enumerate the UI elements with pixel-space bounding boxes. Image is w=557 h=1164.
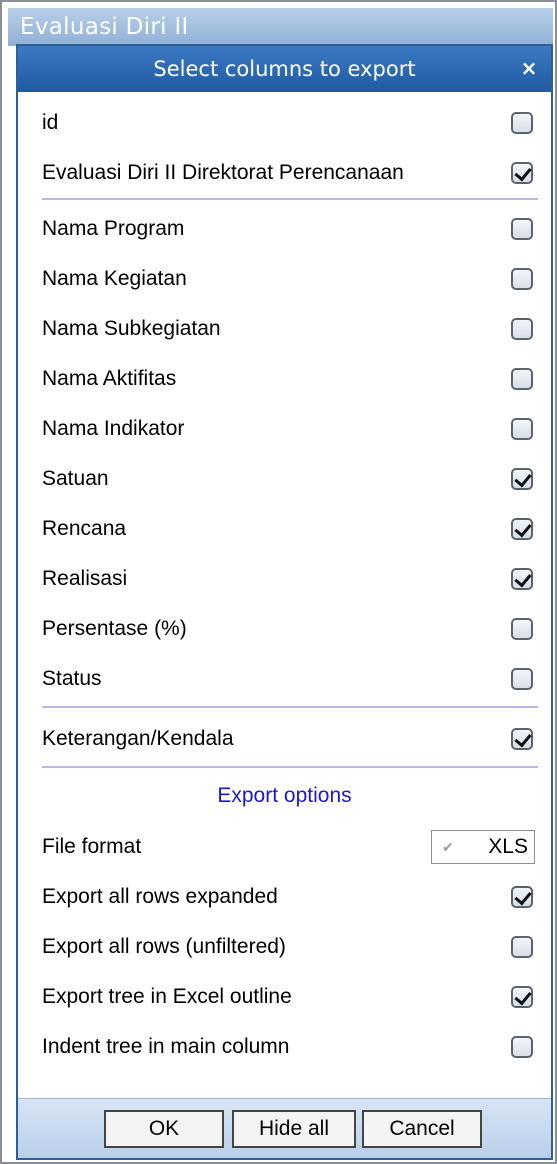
column-checkbox-persentase[interactable] <box>511 618 533 640</box>
column-row-keterangan[interactable]: Keterangan/Kendala <box>18 714 551 764</box>
column-row-realisasi[interactable]: Realisasi <box>18 554 551 604</box>
option-row-indent-tree[interactable]: Indent tree in main column <box>18 1022 551 1072</box>
column-label: Realisasi <box>42 567 128 590</box>
option-row-excel-outline[interactable]: Export tree in Excel outline <box>18 972 551 1022</box>
column-row-persentase[interactable]: Persentase (%) <box>18 604 551 654</box>
column-row-nama-aktifitas[interactable]: Nama Aktifitas <box>18 354 551 404</box>
column-row-satuan[interactable]: Satuan <box>18 454 551 504</box>
column-label: Keterangan/Kendala <box>42 727 234 750</box>
column-row-evaluasi[interactable]: Evaluasi Diri II Direktorat Perencanaan <box>18 148 551 198</box>
column-checkbox-satuan[interactable] <box>511 468 533 490</box>
file-format-select[interactable]: ✔ XLS <box>431 830 535 864</box>
file-format-row: File format ✔ XLS <box>18 822 551 872</box>
close-icon[interactable]: × <box>515 46 543 92</box>
column-row-nama-program[interactable]: Nama Program <box>18 204 551 254</box>
file-format-value: XLS <box>488 835 528 858</box>
dialog-footer: OK Hide all Cancel <box>18 1098 551 1158</box>
column-checkbox-nama-program[interactable] <box>511 218 533 240</box>
column-label: Rencana <box>42 517 127 540</box>
option-checkbox-indent-tree[interactable] <box>511 1036 533 1058</box>
option-label: Indent tree in main column <box>42 1035 290 1058</box>
column-label: Status <box>42 667 102 690</box>
column-checkbox-nama-indikator[interactable] <box>511 418 533 440</box>
column-checkbox-status[interactable] <box>511 668 533 690</box>
column-label: Evaluasi Diri II Direktorat Perencanaan <box>42 161 404 184</box>
column-checkbox-realisasi[interactable] <box>511 568 533 590</box>
column-row-nama-kegiatan[interactable]: Nama Kegiatan <box>18 254 551 304</box>
column-checkbox-keterangan[interactable] <box>511 728 533 750</box>
column-label: Satuan <box>42 467 109 490</box>
column-row-id[interactable]: id <box>18 98 551 148</box>
chevron-down-icon: ✔ <box>442 839 454 855</box>
cancel-button[interactable]: Cancel <box>362 1110 482 1148</box>
export-options-title: Export options <box>217 784 352 807</box>
ok-button[interactable]: OK <box>104 1110 224 1148</box>
dialog-header: Select columns to export × <box>18 46 551 92</box>
divider <box>42 706 538 708</box>
column-label: Nama Subkegiatan <box>42 317 221 340</box>
column-label: Nama Program <box>42 217 185 240</box>
column-label: Nama Kegiatan <box>42 267 187 290</box>
hide-all-button[interactable]: Hide all <box>232 1110 356 1148</box>
column-row-status[interactable]: Status <box>18 654 551 704</box>
option-row-unfiltered[interactable]: Export all rows (unfiltered) <box>18 922 551 972</box>
option-checkbox-expanded[interactable] <box>511 886 533 908</box>
column-checkbox-nama-aktifitas[interactable] <box>511 368 533 390</box>
option-checkbox-unfiltered[interactable] <box>511 936 533 958</box>
column-row-rencana[interactable]: Rencana <box>18 504 551 554</box>
export-dialog: Select columns to export × id Evaluasi D… <box>16 44 553 1160</box>
column-checkbox-evaluasi[interactable] <box>511 162 533 184</box>
window-title: Evaluasi Diri II <box>8 8 553 46</box>
divider <box>42 198 538 200</box>
column-checkbox-nama-subkegiatan[interactable] <box>511 318 533 340</box>
column-label: id <box>42 111 59 134</box>
option-checkbox-excel-outline[interactable] <box>511 986 533 1008</box>
dialog-title: Select columns to export <box>153 57 416 81</box>
option-label: Export tree in Excel outline <box>42 985 292 1008</box>
column-row-nama-indikator[interactable]: Nama Indikator <box>18 404 551 454</box>
column-label: Nama Indikator <box>42 417 185 440</box>
divider <box>42 766 538 768</box>
column-checkbox-id[interactable] <box>511 112 533 134</box>
column-label: Persentase (%) <box>42 617 187 640</box>
option-row-expanded[interactable]: Export all rows expanded <box>18 872 551 922</box>
column-row-nama-subkegiatan[interactable]: Nama Subkegiatan <box>18 304 551 354</box>
file-format-label: File format <box>42 835 142 858</box>
column-checkbox-rencana[interactable] <box>511 518 533 540</box>
column-label: Nama Aktifitas <box>42 367 177 390</box>
option-label: Export all rows (unfiltered) <box>42 935 286 958</box>
column-checkbox-nama-kegiatan[interactable] <box>511 268 533 290</box>
option-label: Export all rows expanded <box>42 885 278 908</box>
